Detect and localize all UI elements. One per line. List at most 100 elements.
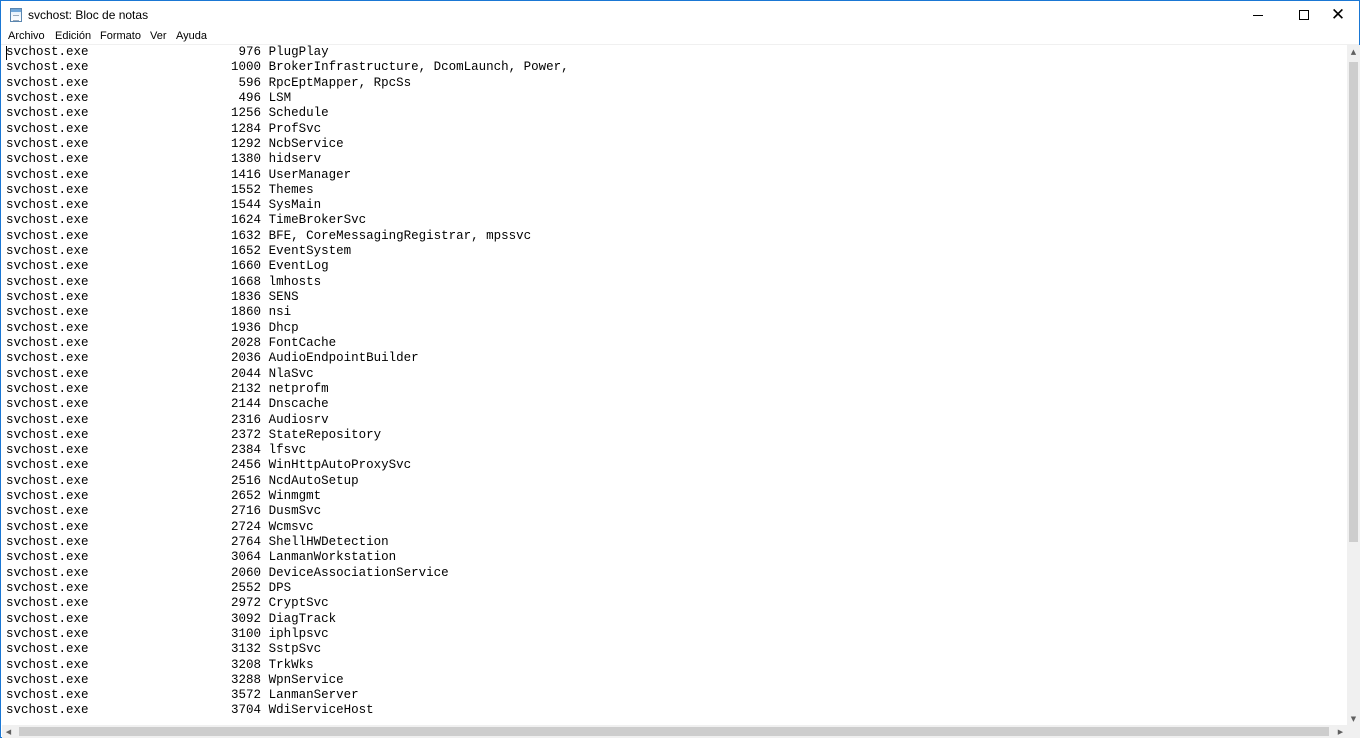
process-id: 2716 [231,504,262,519]
process-id: 596 [238,75,262,90]
process-name: svchost.exe [6,473,89,488]
process-name: svchost.exe [6,397,89,412]
service-list: Audiosrv [268,412,329,427]
service-list: DusmSvc [268,504,322,519]
process-id: 2028 [231,335,262,350]
document-line: svchost.exe 3704 WdiServiceHost [6,703,569,718]
process-name: svchost.exe [6,136,89,151]
process-id: 1416 [231,167,262,182]
notepad-icon[interactable] [10,8,22,22]
menu-formato[interactable]: Formato [100,29,141,43]
document-line: svchost.exe 2384 lfsvc [6,443,569,458]
process-name: svchost.exe [6,121,89,136]
service-list: AudioEndpointBuilder [268,351,419,366]
maximize-icon [1299,10,1309,20]
text-caret [6,46,7,60]
process-name: svchost.exe [6,182,89,197]
process-name: svchost.exe [6,427,89,442]
process-id: 2516 [231,473,262,488]
process-name: svchost.exe [6,305,89,320]
document-line: svchost.exe 2516 NcdAutoSetup [6,474,569,489]
service-list: Schedule [268,106,329,121]
vertical-scroll-thumb[interactable] [1349,62,1358,542]
process-id: 2724 [231,519,262,534]
document-line: svchost.exe 2456 WinHttpAutoProxySvc [6,458,569,473]
service-list: RpcEptMapper, RpcSs [268,75,412,90]
process-name: svchost.exe [6,213,89,228]
horizontal-scrollbar[interactable]: ◀ ▶ [2,725,1347,738]
process-id: 2060 [231,565,262,580]
process-name: svchost.exe [6,45,89,59]
process-id: 1860 [231,305,262,320]
menu-ver[interactable]: Ver [150,29,167,43]
document-line: svchost.exe 1936 Dhcp [6,321,569,336]
process-name: svchost.exe [6,320,89,335]
service-list: lfsvc [268,443,307,458]
menu-archivo[interactable]: Archivo [8,29,45,43]
process-name: svchost.exe [6,75,89,90]
menu-edicion[interactable]: Edición [55,29,91,43]
process-name: svchost.exe [6,443,89,458]
service-list: NcdAutoSetup [268,473,359,488]
document-line: svchost.exe 2028 FontCache [6,336,569,351]
process-id: 1836 [231,290,262,304]
process-name: svchost.exe [6,519,89,534]
document-line: svchost.exe 1256 Schedule [6,106,569,121]
service-list: FontCache [268,335,337,350]
horizontal-scroll-thumb[interactable] [19,727,1329,736]
title-bar[interactable]: svchost: Bloc de notas ✕ [1,1,1359,29]
document-line: svchost.exe 2036 AudioEndpointBuilder [6,351,569,366]
service-list: Themes [268,182,314,197]
scroll-right-icon[interactable]: ▶ [1334,725,1347,738]
service-list: WinHttpAutoProxySvc [268,458,412,473]
process-name: svchost.exe [6,412,89,427]
document-line: svchost.exe 1668 lmhosts [6,275,569,290]
service-list: TimeBrokerSvc [268,213,367,228]
document-line: svchost.exe 3288 WpnService [6,673,569,688]
document-line: svchost.exe 2972 CryptSvc [6,596,569,611]
process-name: svchost.exe [6,152,89,167]
process-name: svchost.exe [6,672,89,687]
scroll-left-icon[interactable]: ◀ [2,725,15,738]
service-list: TrkWks [268,657,314,672]
process-name: svchost.exe [6,274,89,289]
minimize-button[interactable] [1235,1,1281,29]
process-id: 1544 [231,198,262,213]
service-list: SENS [268,290,299,304]
service-list: LanmanWorkstation [268,550,397,565]
menu-bar: Archivo Edición Formato Ver Ayuda [1,29,1359,45]
process-id: 2144 [231,397,262,412]
document-line: svchost.exe 1292 NcbService [6,137,569,152]
scroll-up-icon[interactable]: ▲ [1347,45,1360,58]
process-id: 1632 [231,228,262,243]
process-id: 1552 [231,182,262,197]
document-line: svchost.exe 1284 ProfSvc [6,122,569,137]
document-line: svchost.exe 596 RpcEptMapper, RpcSs [6,76,569,91]
process-name: svchost.exe [6,657,89,672]
vertical-scrollbar[interactable]: ▲ ▼ [1347,45,1360,725]
service-list: DPS [268,580,292,595]
scroll-down-icon[interactable]: ▼ [1347,712,1360,725]
document-line: svchost.exe 2372 StateRepository [6,428,569,443]
scrollbar-corner [1347,725,1360,738]
notepad-window: svchost: Bloc de notas ✕ Archivo Edición… [0,0,1360,738]
process-name: svchost.exe [6,228,89,243]
document-line: svchost.exe 1660 EventLog [6,259,569,274]
process-id: 1936 [231,320,262,335]
close-button[interactable]: ✕ [1315,1,1360,29]
service-list: NlaSvc [268,366,314,381]
document-line: svchost.exe 976 PlugPlay [6,45,569,60]
process-id: 1000 [231,60,262,75]
document-line: svchost.exe 1836 SENS [6,290,569,305]
menu-ayuda[interactable]: Ayuda [176,29,207,43]
close-icon: ✕ [1330,4,1346,25]
process-name: svchost.exe [6,535,89,549]
process-id: 3704 [231,703,262,718]
text-editor[interactable]: svchost.exe 976 PlugPlay svchost.exe 1000… [2,45,1347,725]
document-line: svchost.exe 2316 Audiosrv [6,413,569,428]
process-name: svchost.exe [6,351,89,366]
service-list: UserManager [268,167,352,182]
process-id: 1292 [231,136,262,151]
service-list: lmhosts [268,274,322,289]
service-list: PlugPlay [268,45,329,59]
